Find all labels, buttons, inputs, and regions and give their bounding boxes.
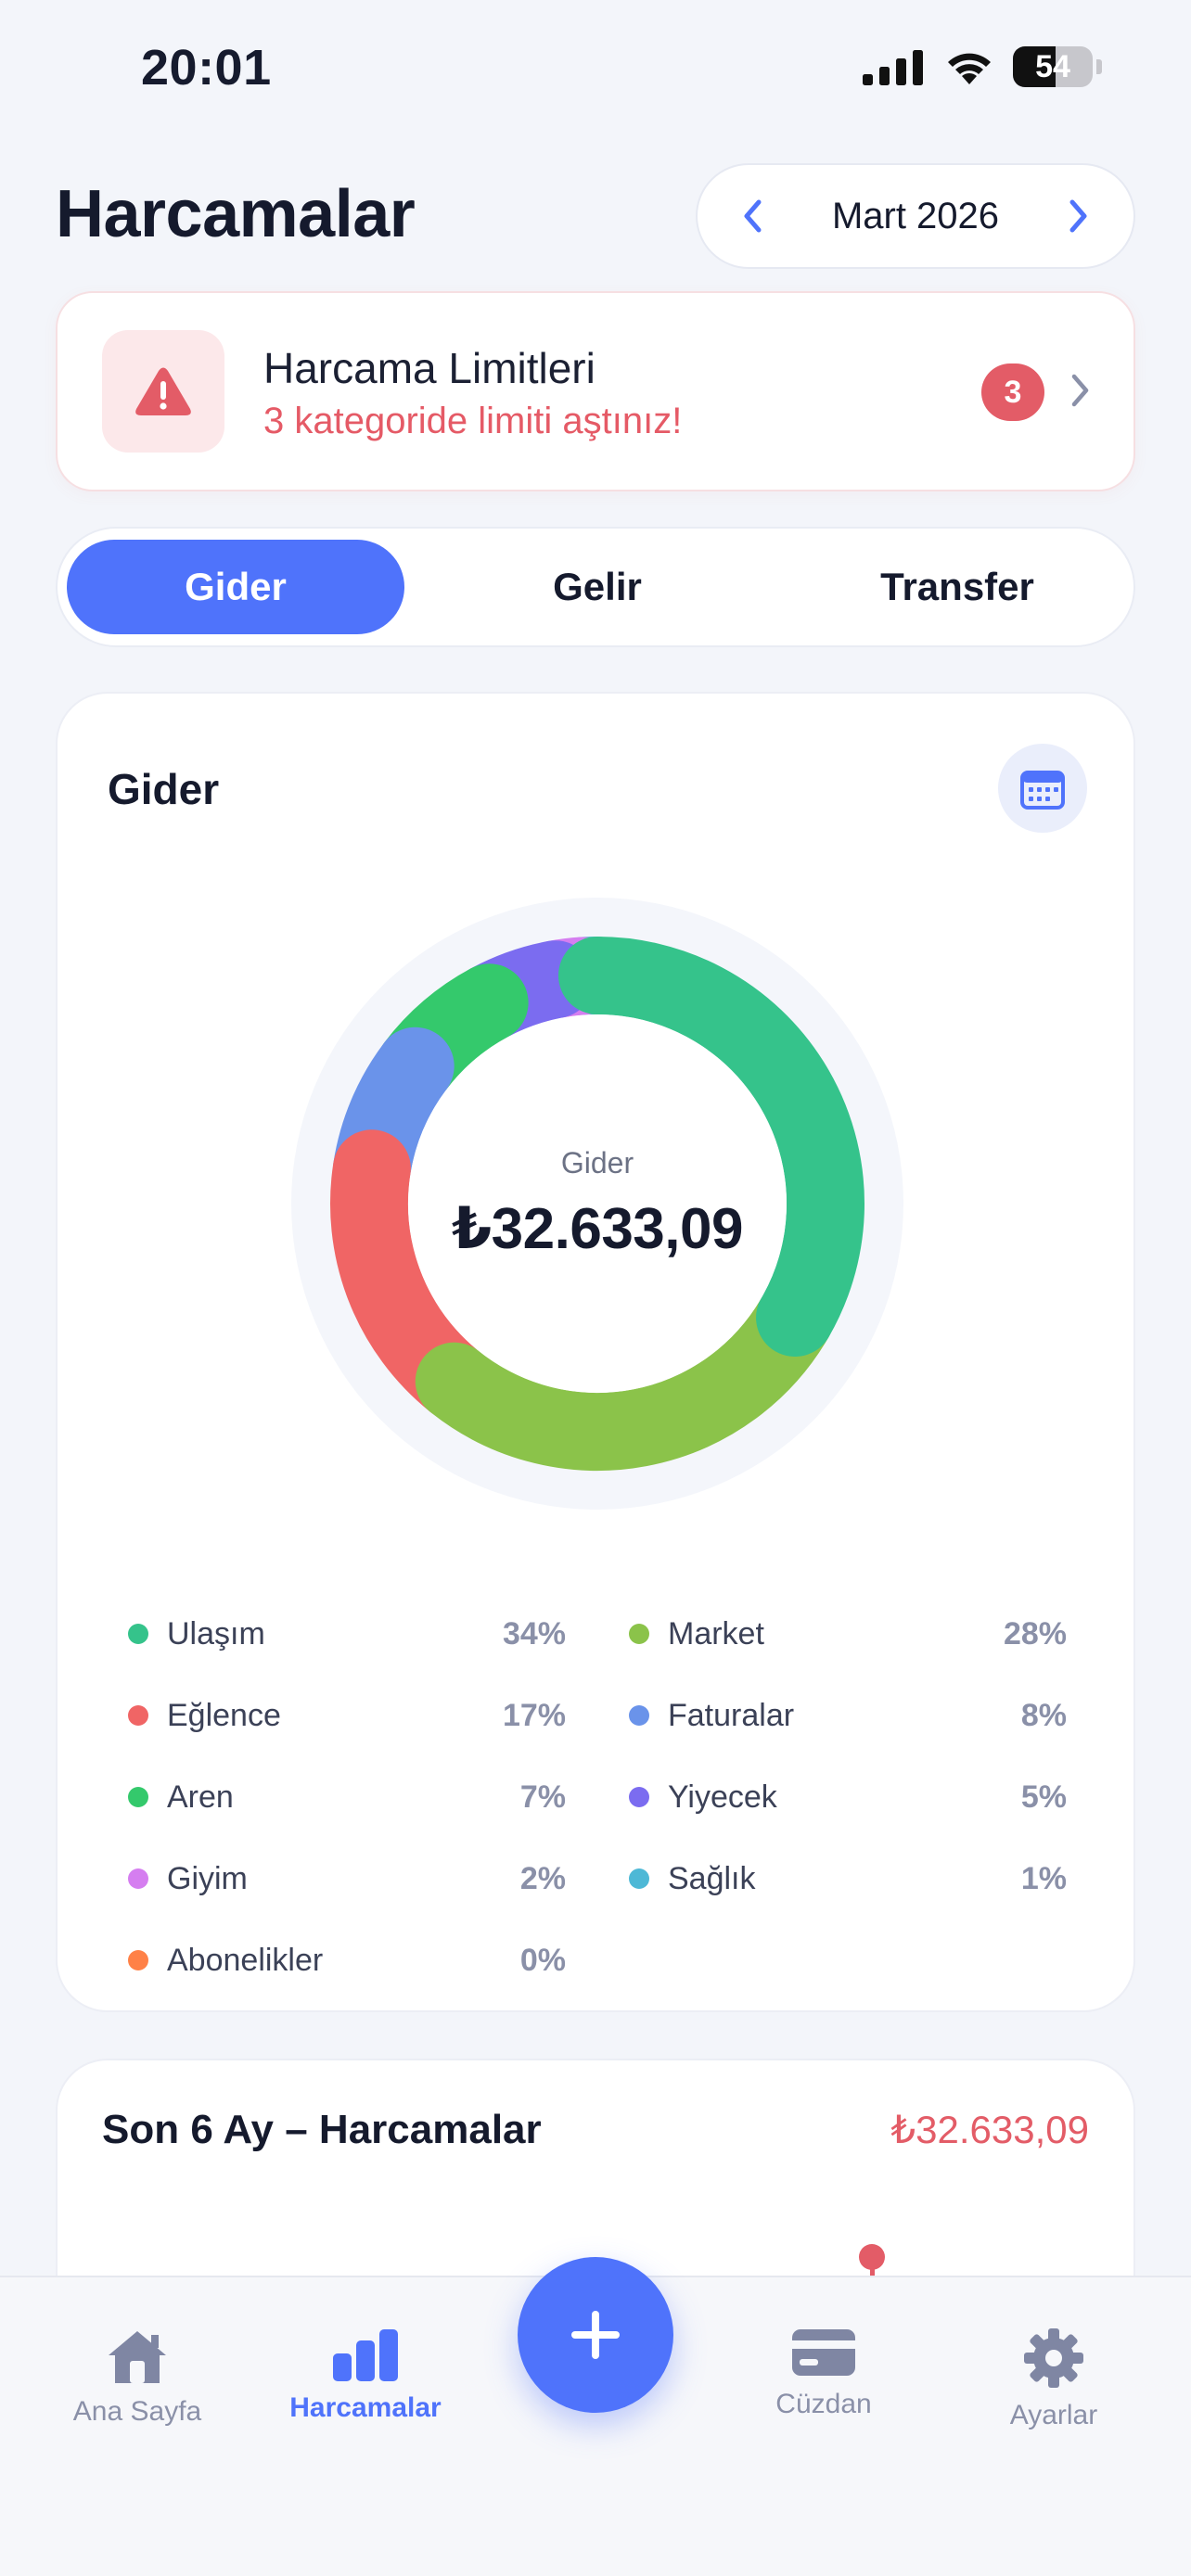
legend-percentage: 2%: [519, 1860, 566, 1896]
chart-card-title: Gider: [108, 765, 220, 813]
credit-card-icon: [792, 2329, 855, 2376]
legend-item: Ulaşım 34%: [128, 1606, 566, 1662]
legend-color-dot: [629, 1705, 649, 1726]
limit-card-subtitle: 3 kategoride limiti aştınız!: [263, 401, 683, 441]
battery-level: 54: [1035, 48, 1070, 84]
legend-color-dot: [128, 1624, 148, 1644]
exceeded-count-badge: 3: [981, 363, 1044, 421]
legend-color-dot: [629, 1787, 649, 1807]
month-selector: Mart 2026: [696, 163, 1135, 269]
legend-percentage: 34%: [502, 1615, 566, 1651]
legend-category-name: Abonelikler: [167, 1942, 324, 1978]
legend-category-name: Giyim: [167, 1860, 248, 1896]
tab-gider[interactable]: Gider: [67, 540, 404, 634]
calendar-icon: [1020, 771, 1065, 810]
tab-gelir[interactable]: Gelir: [429, 540, 766, 634]
chevron-right-icon: [1069, 199, 1087, 233]
home-icon: [109, 2331, 166, 2383]
trend-card-total: ₺32.633,09: [890, 2108, 1089, 2151]
spending-limits-card[interactable]: Harcama Limitleri 3 kategoride limiti aş…: [56, 291, 1135, 491]
trend-card-title: Son 6 Ay – Harcamalar: [102, 2107, 542, 2152]
legend-percentage: 5%: [1020, 1779, 1067, 1815]
next-month-button[interactable]: [1056, 193, 1102, 239]
tab-settings[interactable]: Ayarlar: [952, 2327, 1156, 2431]
status-time: 20:01: [141, 40, 272, 96]
tab-settings-label: Ayarlar: [1009, 2400, 1098, 2430]
legend-category-name: Market: [668, 1615, 764, 1651]
legend-category-name: Ulaşım: [167, 1615, 265, 1651]
legend-category-name: Eğlence: [167, 1697, 281, 1733]
page-title: Harcamalar: [56, 177, 416, 251]
legend-item: Market 28%: [629, 1606, 1067, 1662]
tab-home[interactable]: Ana Sayfa: [35, 2327, 239, 2428]
tab-transfer[interactable]: Transfer: [788, 540, 1126, 634]
legend-item: Faturalar 8%: [629, 1688, 1067, 1743]
legend-item: Giyim 2%: [128, 1851, 566, 1906]
plus-icon: [571, 2311, 620, 2359]
legend-color-dot: [128, 1950, 148, 1970]
legend-category-name: Faturalar: [668, 1697, 795, 1733]
legend-item: Abonelikler 0%: [128, 1932, 566, 1988]
tab-wallet[interactable]: Cüzdan: [722, 2327, 926, 2420]
previous-month-button[interactable]: [729, 193, 775, 239]
legend-percentage: 7%: [519, 1779, 566, 1815]
legend-percentage: 0%: [519, 1942, 566, 1978]
legend-color-dot: [128, 1868, 148, 1889]
legend-percentage: 28%: [1003, 1615, 1067, 1651]
battery-indicator: 54: [1013, 46, 1093, 87]
legend-percentage: 17%: [502, 1697, 566, 1733]
chevron-right-icon: [1071, 374, 1089, 407]
legend-color-dot: [629, 1868, 649, 1889]
tab-wallet-label: Cüzdan: [775, 2389, 872, 2419]
donut-center-label: Gider: [560, 1146, 634, 1180]
legend-item: Sağlık 1%: [629, 1851, 1067, 1906]
limit-card-chevron: [1069, 371, 1093, 414]
legend-category-name: Aren: [167, 1779, 234, 1815]
legend-color-dot: [629, 1624, 649, 1644]
limit-card-title: Harcama Limitleri: [263, 344, 596, 392]
expense-chart-card: Gider Gider ₺32.633,09 Ulaşım 34% Market 28…: [56, 692, 1135, 2012]
donut-center-total: ₺32.633,09: [452, 1197, 743, 1261]
legend-color-dot: [128, 1787, 148, 1807]
month-label: Mart 2026: [831, 195, 1000, 236]
wifi-icon: [948, 53, 991, 84]
legend-item: Aren 7%: [128, 1769, 566, 1825]
chevron-left-icon: [744, 199, 762, 233]
bar-chart-icon: [333, 2329, 398, 2381]
add-transaction-button[interactable]: [518, 2257, 673, 2413]
legend-category-name: Yiyecek: [668, 1779, 777, 1815]
legend-color-dot: [128, 1705, 148, 1726]
cellular-signal-icon: [863, 50, 923, 85]
gear-icon: [1024, 2328, 1083, 2388]
legend-item: Eğlence 17%: [128, 1688, 566, 1743]
tab-expenses-label: Harcamalar: [289, 2392, 442, 2423]
tab-expenses[interactable]: Harcamalar: [263, 2327, 467, 2424]
legend-item: Yiyecek 5%: [629, 1769, 1067, 1825]
tab-home-label: Ana Sayfa: [72, 2396, 202, 2427]
warning-icon: [135, 367, 191, 415]
calendar-button[interactable]: [998, 744, 1087, 833]
warning-icon-box: [102, 330, 224, 453]
legend-percentage: 8%: [1020, 1697, 1067, 1733]
legend-percentage: 1%: [1020, 1860, 1067, 1896]
status-icons: 54: [863, 46, 1102, 87]
transaction-type-tabs: Gider Gelir Transfer: [56, 527, 1135, 647]
legend-category-name: Sağlık: [668, 1860, 756, 1896]
